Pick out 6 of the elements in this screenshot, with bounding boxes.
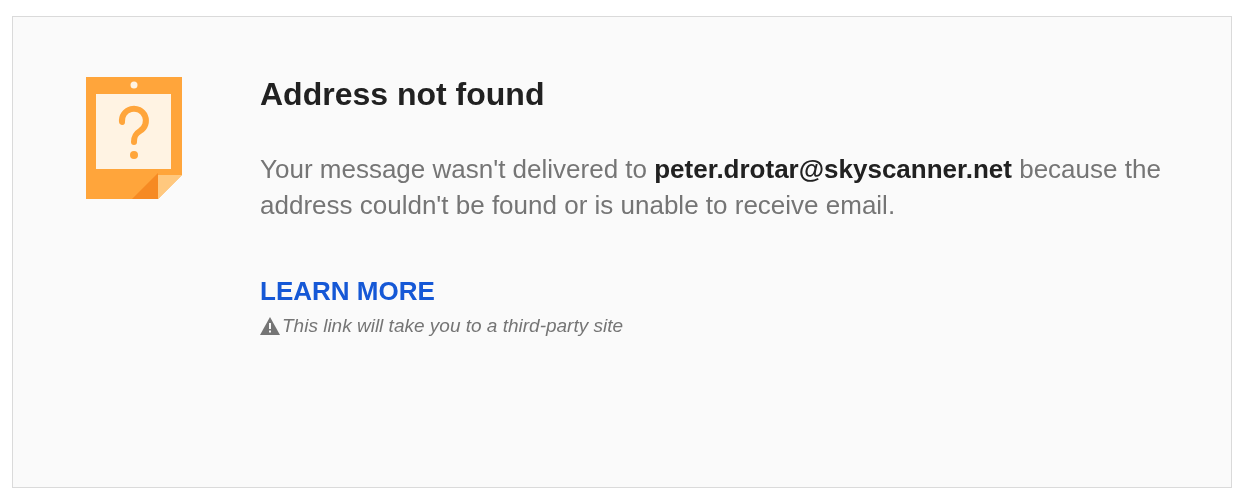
error-message: Your message wasn't delivered to peter.drotar@skyscanner.net because the address couldn't be found or is unable to receive email. bbox=[260, 153, 1162, 222]
third-party-warning: This link will take you to a third-party site bbox=[282, 315, 624, 337]
learn-more-link[interactable]: LEARN MORE bbox=[260, 275, 435, 307]
error-title: Address not found bbox=[260, 75, 545, 114]
question-note-icon bbox=[86, 77, 182, 199]
warning-icon bbox=[260, 317, 280, 335]
